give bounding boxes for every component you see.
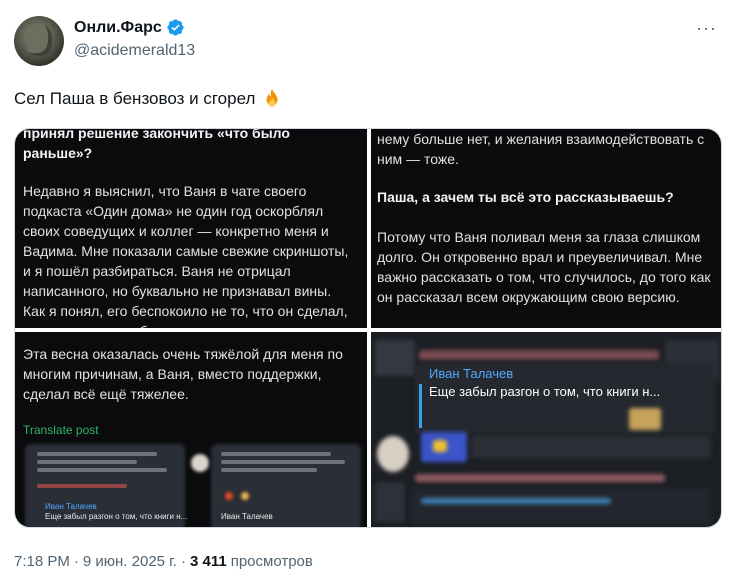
author-name-row: Онли.Фарс: [74, 18, 185, 37]
pixelated-block: [421, 498, 611, 504]
blurred-line: [37, 484, 127, 488]
pixelated-block: [419, 350, 659, 360]
tile3-paragraph: Эта весна оказалась очень тяжёлой для ме…: [23, 346, 343, 402]
blurred-line: [221, 460, 345, 464]
pixelated-block: [375, 482, 405, 522]
blurred-line: [221, 452, 331, 456]
pixelated-block: [471, 436, 711, 458]
tweet-time[interactable]: 7:18 PM: [14, 553, 70, 570]
verified-badge-icon: [167, 19, 184, 36]
blurred-avatar: [191, 454, 209, 472]
pixelated-block: [629, 408, 661, 430]
fire-emoji-icon: [266, 88, 278, 107]
tweet-header: Онли.Фарс @acidemerald13 ···: [14, 14, 719, 68]
tile1-paragraph: Недавно я выяснил, что Ваня в чате своег…: [23, 183, 349, 328]
pixelated-avatar: [377, 436, 409, 472]
pixelated-block: [415, 474, 665, 482]
tweet-meta: 7:18 PM · 9 июн. 2025 г. · 3 411 просмот…: [14, 553, 313, 570]
blurred-emoji: [225, 492, 233, 500]
pixelated-block: [433, 440, 447, 452]
views-label: просмотров: [230, 553, 313, 570]
views-count: 3 411: [189, 553, 227, 570]
media-grid: принял решение закончить «что было раньш…: [14, 128, 722, 528]
media-image-2[interactable]: нему больше нет, и желания взаимодейство…: [371, 129, 721, 328]
mini-quote-name-right: Иван Талачев: [221, 512, 273, 521]
tile2-question: Паша, а зачем ты всё это рассказываешь?: [377, 189, 674, 205]
pixelated-block: [375, 340, 415, 376]
mini-quote-text-left: Еще забыл разгон о том, что книги н...: [45, 512, 188, 521]
blurred-line: [37, 460, 137, 464]
translate-post-link[interactable]: Translate post: [23, 423, 99, 437]
more-options-icon[interactable]: ···: [696, 18, 717, 39]
blurred-line: [221, 468, 317, 472]
avatar[interactable]: [14, 16, 64, 66]
tile2-top-text: нему больше нет, и желания взаимодейство…: [377, 131, 705, 167]
tweet-date[interactable]: 9 июн. 2025 г.: [83, 553, 177, 570]
separator-dot: ·: [73, 553, 79, 570]
pixelated-block: [411, 488, 711, 524]
author-display-name[interactable]: Онли.Фарс: [74, 19, 162, 37]
tweet-text-content: Сел Паша в бензовоз и сгорел: [14, 89, 256, 108]
blurred-emoji: [241, 492, 249, 500]
mini-quote-name-left: Иван Талачев: [45, 502, 97, 511]
media-image-3[interactable]: Эта весна оказалась очень тяжёлой для ме…: [15, 332, 367, 527]
blurred-line: [37, 452, 157, 456]
author-handle[interactable]: @acidemerald13: [74, 42, 195, 60]
tweet-text: Сел Паша в бензовоз и сгорел: [14, 88, 283, 110]
separator-dot: ·: [180, 553, 186, 570]
blurred-line: [37, 468, 167, 472]
quote-text: Еще забыл разгон о том, что книги н...: [429, 384, 661, 399]
media-image-4[interactable]: Иван Талачев Еще забыл разгон о том, что…: [371, 332, 721, 527]
tile2-answer: Потому что Ваня поливал меня за глаза сл…: [377, 229, 711, 305]
media-image-1[interactable]: принял решение закончить «что было раньш…: [15, 129, 367, 328]
quote-author-name: Иван Талачев: [429, 366, 514, 381]
tile1-heading: принял решение закончить «что было раньш…: [23, 129, 290, 161]
